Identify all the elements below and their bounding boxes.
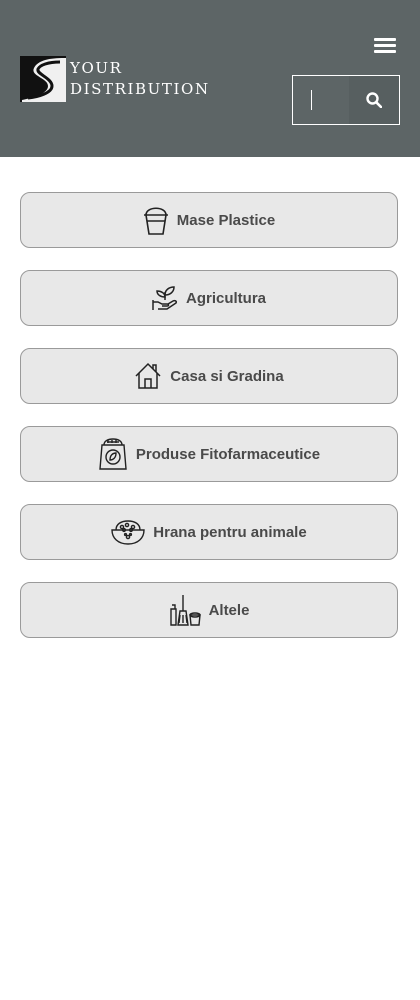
fertilizer-bag-icon [98, 437, 128, 471]
site-header: YOUR DISTRIBUTION [0, 0, 420, 157]
text-caret [311, 90, 312, 110]
pet-food-bowl-icon [111, 518, 145, 546]
search-button[interactable] [349, 76, 399, 124]
brand-line-1: YOUR [70, 59, 123, 77]
plant-hand-icon [152, 285, 178, 311]
category-hrana-pentru-animale[interactable]: Hrana pentru animale [20, 504, 398, 560]
house-icon [134, 362, 162, 390]
search-icon [366, 92, 382, 108]
category-label: Casa si Gradina [170, 367, 284, 385]
cleaning-supplies-icon [169, 593, 201, 627]
hamburger-icon[interactable] [374, 38, 396, 56]
category-label: Produse Fitofarmaceutice [135, 445, 321, 463]
category-list: Mase Plastice Agricultura Casa si Gradin [0, 157, 420, 638]
category-label: Altele [208, 601, 250, 619]
category-altele[interactable]: Altele [20, 582, 398, 638]
brand-name: YOUR DISTRIBUTION [70, 58, 210, 100]
category-label: Hrana pentru animale [153, 523, 307, 541]
category-label: Mase Plastice [176, 211, 276, 229]
category-mase-plastice[interactable]: Mase Plastice [20, 192, 398, 248]
bucket-icon [143, 204, 169, 236]
logo-mark-icon [20, 56, 66, 102]
brand-line-2: DISTRIBUTION [70, 80, 210, 98]
category-label: Agricultura [185, 289, 266, 307]
category-produse-fitofarmaceutice[interactable]: Produse Fitofarmaceutice [20, 426, 398, 482]
brand-logo[interactable]: YOUR DISTRIBUTION [20, 56, 210, 102]
category-agricultura[interactable]: Agricultura [20, 270, 398, 326]
search-form [292, 75, 400, 125]
category-casa-si-gradina[interactable]: Casa si Gradina [20, 348, 398, 404]
search-input[interactable] [293, 76, 349, 124]
